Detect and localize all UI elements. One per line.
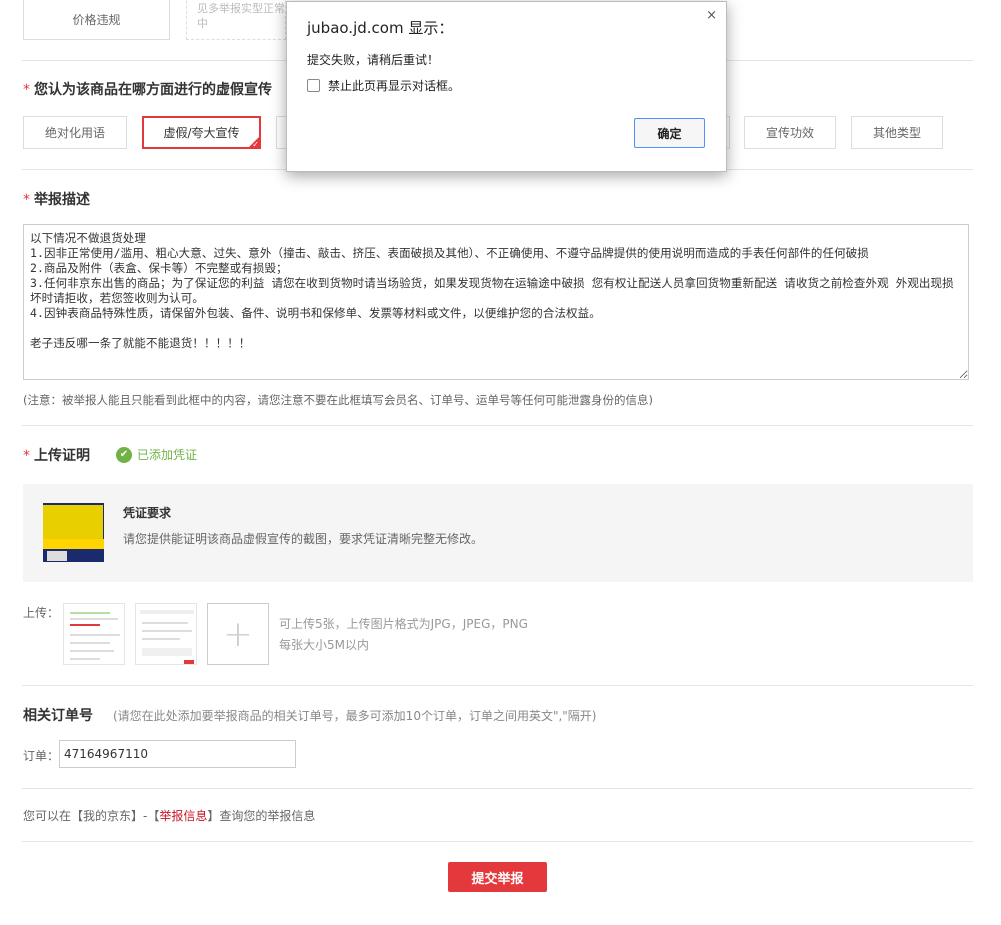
dialog-message: 提交失败，请稍后重试！ <box>307 53 440 67</box>
added-status-text: 已添加凭证 <box>137 448 198 462</box>
price-violation-button[interactable]: 价格违规 <box>23 0 170 40</box>
add-image-button[interactable]: + <box>207 603 269 665</box>
suppress-dialog-checkbox[interactable]: 禁止此页再显示对话框。 <box>307 77 460 94</box>
proof-desc: 请您提供能证明该商品虚假宣传的截图，要求凭证清晰完整无修改。 <box>123 532 484 546</box>
tag-label: 其他类型 <box>872 126 921 140</box>
query-info-text: 您可以在【我的京东】-【举报信息】查询您的举报信息 <box>23 809 316 823</box>
other-type-input-partial[interactable]: 见多举报实型正常 中 <box>186 0 286 40</box>
description-title: * 举报描述 <box>23 192 90 208</box>
dialog-title: jubao.jd.com 显示： <box>307 19 454 37</box>
check-circle-icon: ✔ <box>116 446 132 463</box>
tag-other-type[interactable]: 其他类型 <box>851 116 943 149</box>
submit-report-button[interactable]: 提交举报 <box>448 862 547 892</box>
partial-text-bottom: 中 <box>197 17 208 30</box>
upload-title: * 上传证明 <box>23 448 90 464</box>
alert-dialog: jubao.jd.com 显示： × 提交失败，请稍后重试！ 禁止此页再显示对话… <box>286 1 727 172</box>
tag-label: 绝对化用语 <box>44 126 105 140</box>
added-status: ✔ 已添加凭证 <box>116 446 197 463</box>
tag-label: 虚假/夸大宣传 <box>163 126 240 140</box>
proof-title: 凭证要求 <box>123 506 172 520</box>
partial-text-top: 见多举报实型正常 <box>197 2 285 15</box>
checkbox-box[interactable] <box>307 79 320 92</box>
tag-label: 宣传功效 <box>765 126 814 140</box>
divider <box>22 685 973 686</box>
proof-requirement-box: 凭证要求 请您提供能证明该商品虚假宣传的截图，要求凭证清晰完整无修改。 <box>23 484 973 582</box>
order-label: 订单： <box>23 749 60 763</box>
order-title: 相关订单号 <box>23 708 93 724</box>
tag-absolute-terms[interactable]: 绝对化用语 <box>23 116 127 149</box>
aspect-title: * 您认为该商品在哪方面进行的虚假宣传 <box>23 82 272 98</box>
report-info-link[interactable]: 举报信息 <box>159 809 207 823</box>
uploaded-thumbnail[interactable] <box>135 603 197 665</box>
description-textarea[interactable] <box>23 224 969 380</box>
upload-hint-2: 每张大小5M以内 <box>279 638 369 652</box>
tag-false-exaggerated[interactable]: 虚假/夸大宣传 ✓ <box>142 116 261 149</box>
upload-hint-1: 可上传5张，上传图片格式为JPG，JPEG，PNG <box>279 617 528 631</box>
upload-label: 上传： <box>23 606 60 620</box>
ok-button[interactable]: 确定 <box>634 118 705 148</box>
divider <box>22 788 973 789</box>
price-violation-label: 价格违规 <box>72 12 121 27</box>
divider <box>22 425 973 426</box>
description-note: (注意：被举报人能且只能看到此框中的内容，请您注意不要在此框填写会员名、订单号、… <box>23 393 653 407</box>
selected-check-icon: ✓ <box>252 140 259 149</box>
close-icon[interactable]: × <box>706 8 717 23</box>
tag-efficacy[interactable]: 宣传功效 <box>744 116 836 149</box>
plus-icon: + <box>222 613 254 655</box>
checkbox-label: 禁止此页再显示对话框。 <box>328 79 461 93</box>
order-hint: (请您在此处添加要举报商品的相关订单号，最多可添加10个订单，订单之间用英文",… <box>113 709 597 723</box>
proof-example-image <box>43 503 104 562</box>
order-number-input[interactable] <box>59 740 296 768</box>
divider <box>22 841 973 842</box>
uploaded-thumbnail[interactable] <box>63 603 125 665</box>
